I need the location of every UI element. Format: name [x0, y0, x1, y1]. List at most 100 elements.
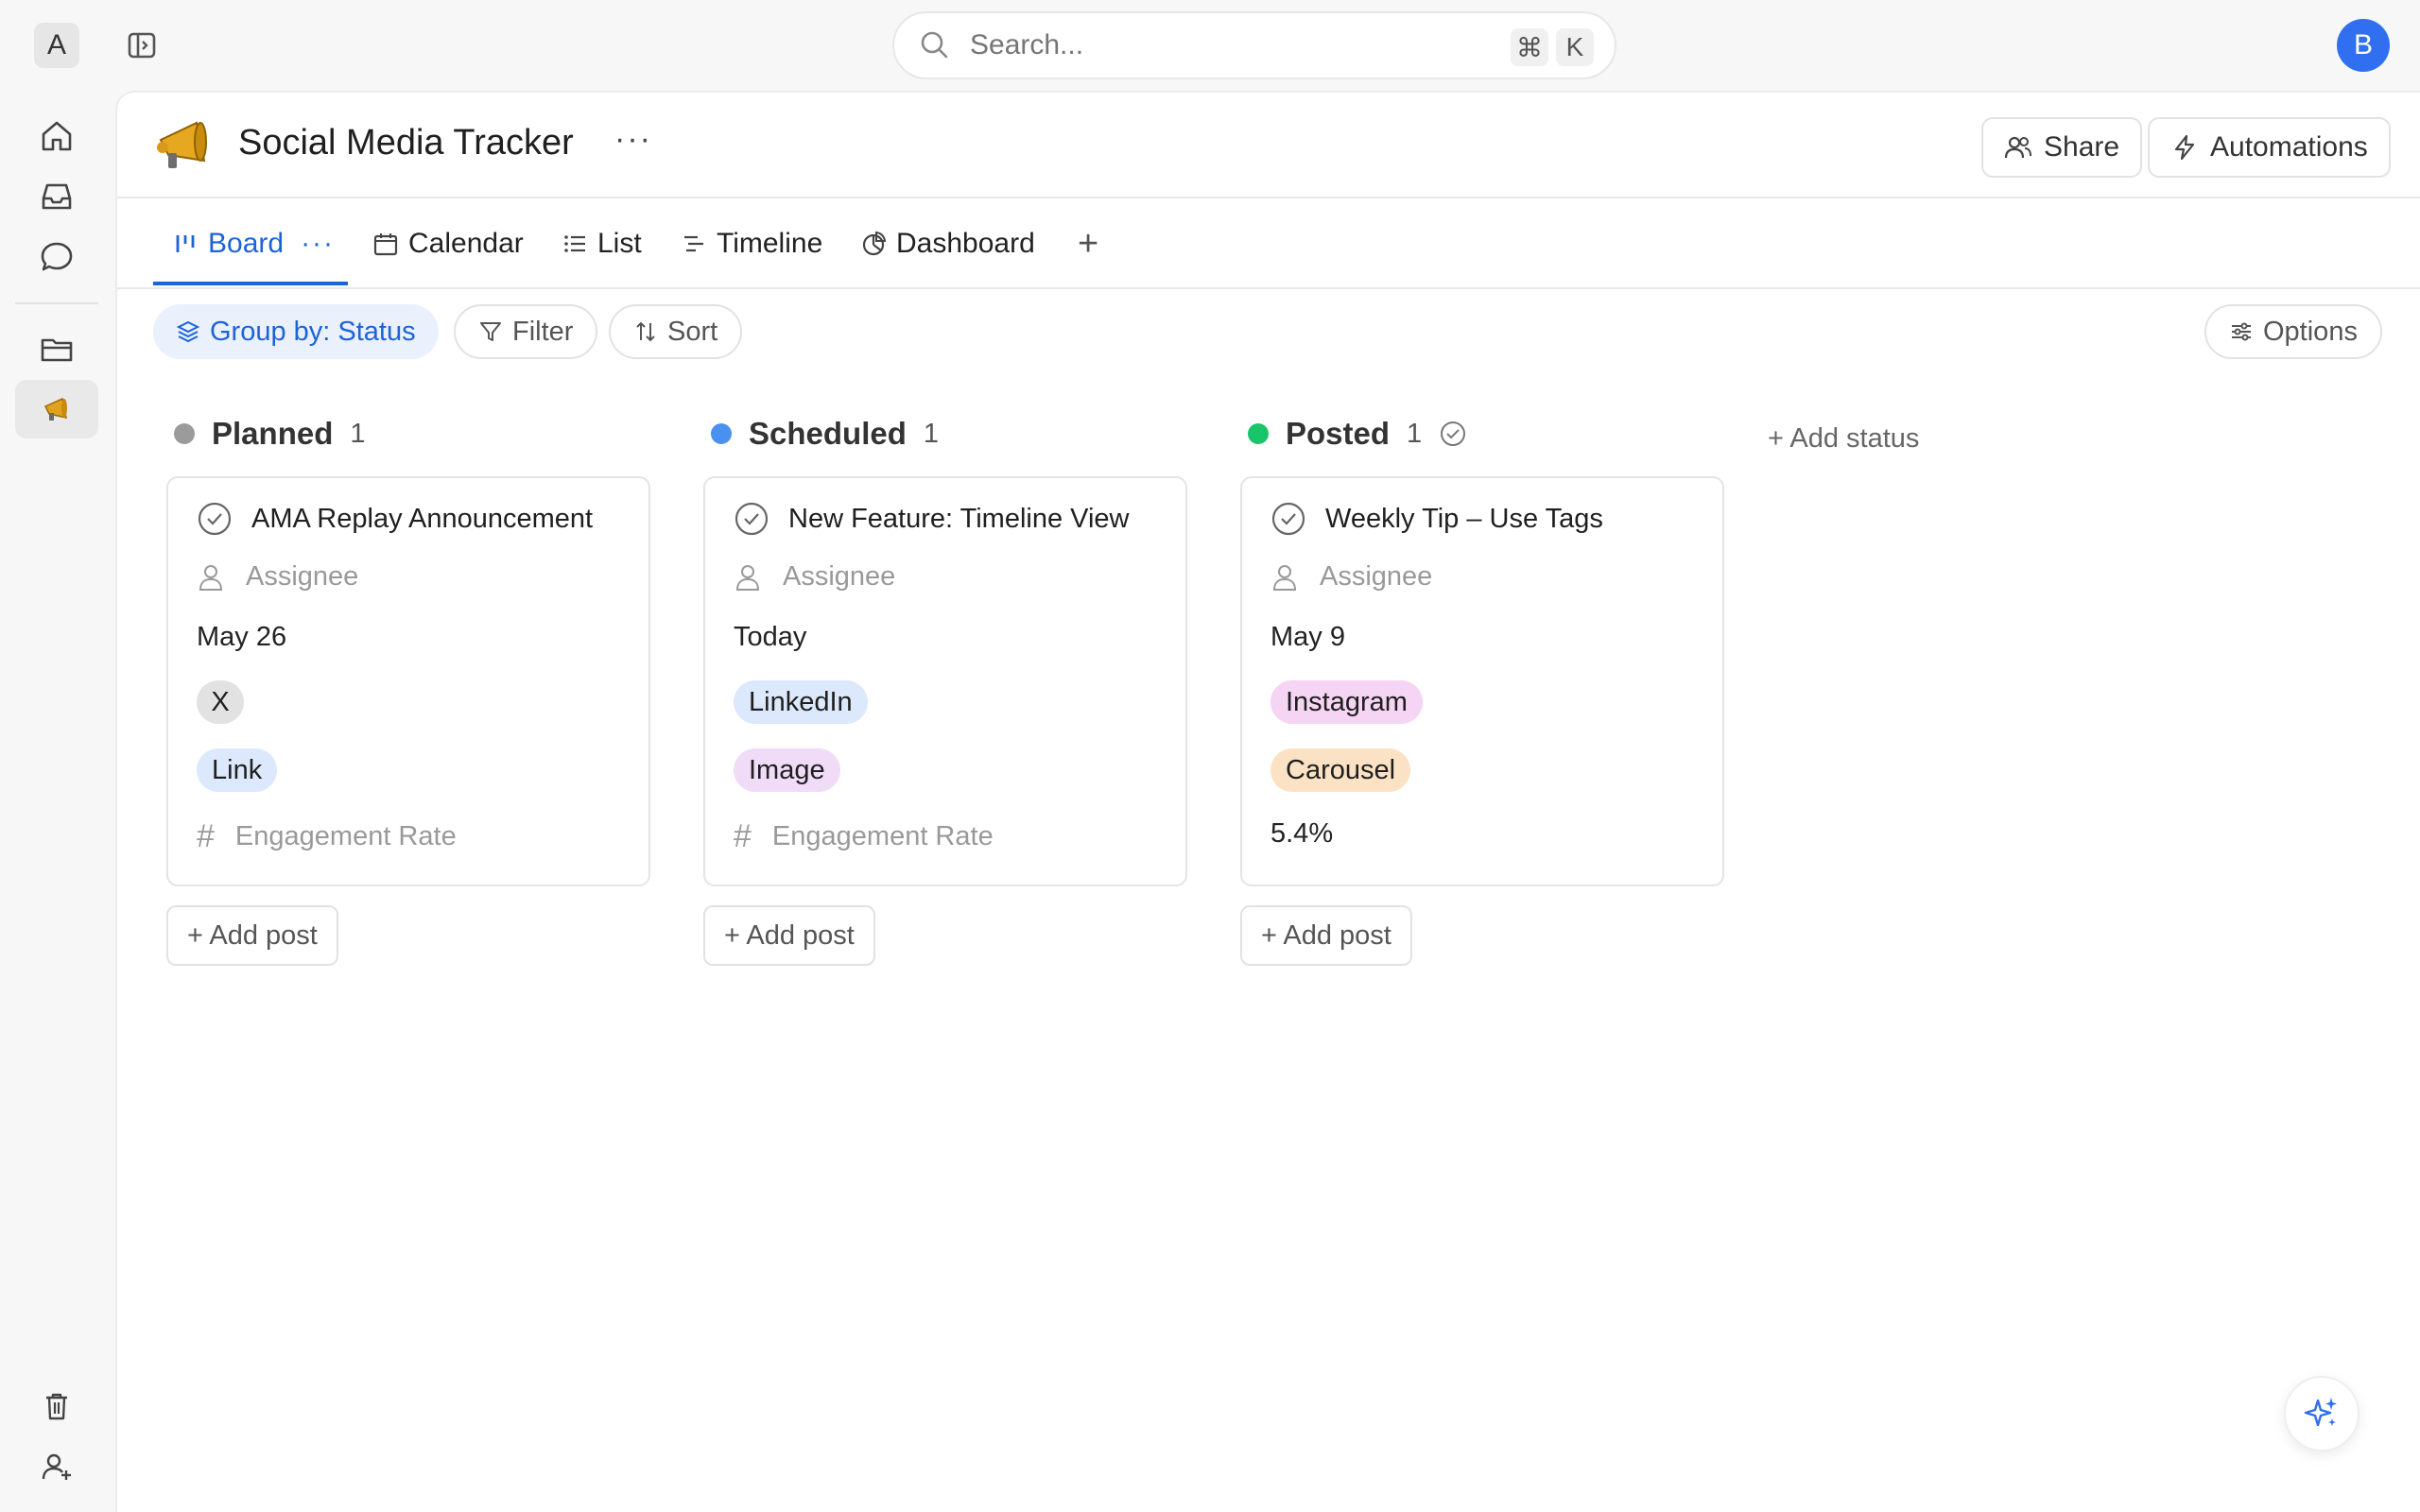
- column-count: 1: [1407, 418, 1423, 449]
- format-tag: Link: [197, 748, 278, 792]
- header-divider: [117, 197, 2420, 198]
- add-post-button[interactable]: + Add post: [703, 905, 875, 966]
- column-name[interactable]: Scheduled: [749, 416, 907, 452]
- column-header-posted: Posted 1: [1248, 410, 1467, 457]
- megaphone-icon: [36, 389, 78, 431]
- platform-field[interactable]: Instagram: [1270, 680, 1423, 724]
- main-panel: Social Media Tracker ··· Share Automatio…: [115, 91, 2420, 1512]
- trash-icon[interactable]: [36, 1385, 78, 1427]
- home-icon[interactable]: [36, 115, 78, 157]
- sparkle-icon: [2304, 1398, 2337, 1427]
- add-post-button[interactable]: + Add post: [166, 905, 338, 966]
- options-label: Options: [2263, 316, 2358, 347]
- filter-icon: [480, 322, 501, 341]
- board-icon: [176, 235, 195, 252]
- engagement-value: 5.4%: [1270, 818, 1334, 849]
- format-field[interactable]: Link: [197, 748, 278, 792]
- assignee-field[interactable]: Assignee: [1270, 561, 1432, 593]
- automations-button[interactable]: Automations: [2148, 117, 2391, 178]
- post-date[interactable]: Today: [734, 622, 806, 653]
- platform-field[interactable]: X: [197, 680, 244, 724]
- share-label: Share: [2044, 131, 2120, 163]
- engagement-field[interactable]: 5.4%: [1270, 818, 1333, 850]
- pie-chart-icon: [862, 231, 887, 256]
- format-field[interactable]: Image: [734, 748, 840, 792]
- search-bar[interactable]: ⌘ K: [892, 11, 1616, 79]
- tab-list[interactable]: List: [562, 225, 642, 263]
- add-status-button[interactable]: + Add status: [1768, 423, 1919, 455]
- add-view-icon[interactable]: +: [1078, 224, 1098, 264]
- tab-board-label: Board: [208, 228, 285, 259]
- sort-button[interactable]: Sort: [609, 304, 743, 359]
- workspace-switcher[interactable]: A: [34, 23, 79, 68]
- tab-dashboard-label: Dashboard: [896, 228, 1035, 259]
- assignee-label: Assignee: [1320, 561, 1433, 592]
- format-field[interactable]: Carousel: [1270, 748, 1411, 792]
- tab-board-more-icon[interactable]: ···: [301, 228, 335, 260]
- platform-tag: LinkedIn: [734, 680, 868, 724]
- check-circle-icon[interactable]: [197, 501, 233, 537]
- status-dot: [1248, 423, 1269, 444]
- check-circle-icon[interactable]: [1270, 501, 1306, 537]
- page-title[interactable]: Social Media Tracker: [238, 123, 574, 163]
- tab-dashboard[interactable]: Dashboard: [860, 225, 1035, 263]
- group-by-label: Group by: Status: [210, 316, 416, 347]
- sort-label: Sort: [667, 316, 718, 347]
- search-input[interactable]: [970, 29, 1461, 61]
- post-title[interactable]: Weekly Tip – Use Tags: [1325, 504, 1603, 535]
- post-date[interactable]: May 26: [197, 622, 286, 653]
- sliders-icon: [2232, 322, 2251, 341]
- filter-label: Filter: [512, 316, 574, 347]
- hash-icon: #: [197, 818, 215, 854]
- tab-timeline-label: Timeline: [717, 228, 823, 259]
- check-circle-icon[interactable]: [734, 501, 769, 537]
- more-options-icon[interactable]: ···: [614, 121, 652, 158]
- hash-icon: #: [734, 818, 752, 854]
- add-post-button[interactable]: + Add post: [1240, 905, 1412, 966]
- shortcut-mod-key: ⌘: [1511, 28, 1548, 66]
- folder-icon[interactable]: [36, 329, 78, 370]
- platform-field[interactable]: LinkedIn: [734, 680, 868, 724]
- post-card[interactable]: Weekly Tip – Use Tags Assignee May 9 Ins…: [1240, 476, 1724, 886]
- tab-board[interactable]: Board ···: [172, 225, 335, 263]
- chat-icon[interactable]: [36, 236, 78, 278]
- person-icon: [735, 564, 760, 591]
- share-button[interactable]: Share: [1981, 117, 2143, 178]
- post-date[interactable]: May 9: [1270, 622, 1345, 653]
- assignee-label: Assignee: [783, 561, 896, 592]
- column-name[interactable]: Posted: [1286, 416, 1390, 452]
- tab-timeline[interactable]: Timeline: [681, 225, 822, 263]
- platform-tag: X: [197, 680, 244, 724]
- options-button[interactable]: Options: [2204, 304, 2382, 359]
- engagement-value: Engagement Rate: [771, 821, 994, 851]
- page-emoji-megaphone-icon[interactable]: [153, 113, 219, 180]
- user-avatar[interactable]: B: [2337, 19, 2390, 72]
- column-name[interactable]: Planned: [212, 416, 333, 452]
- assignee-field[interactable]: Assignee: [197, 561, 358, 593]
- inbox-icon[interactable]: [36, 176, 78, 217]
- assignee-field[interactable]: Assignee: [734, 561, 895, 593]
- tabs-divider: [117, 287, 2420, 289]
- group-by-button[interactable]: Group by: Status: [153, 304, 439, 359]
- person-icon: [199, 564, 223, 591]
- sidebar-toggle-icon[interactable]: [127, 30, 157, 60]
- users-icon: [2004, 136, 2031, 159]
- automations-label: Automations: [2210, 131, 2368, 163]
- post-card[interactable]: AMA Replay Announcement Assignee May 26 …: [166, 476, 650, 886]
- filter-button[interactable]: Filter: [454, 304, 598, 359]
- tab-calendar[interactable]: Calendar: [372, 225, 524, 263]
- sidebar-divider: [15, 302, 98, 304]
- post-title[interactable]: New Feature: Timeline View: [788, 504, 1130, 535]
- ai-assistant-button[interactable]: [2284, 1376, 2360, 1452]
- post-card[interactable]: New Feature: Timeline View Assignee Toda…: [703, 476, 1187, 886]
- column-header-scheduled: Scheduled 1: [711, 410, 939, 457]
- post-title[interactable]: AMA Replay Announcement: [251, 504, 593, 535]
- active-tab-indicator: [153, 282, 348, 285]
- engagement-field[interactable]: # Engagement Rate: [734, 818, 994, 855]
- status-dot: [174, 423, 195, 444]
- check-circle-icon: [1441, 421, 1466, 446]
- engagement-field[interactable]: # Engagement Rate: [197, 818, 457, 855]
- format-tag: Image: [734, 748, 840, 792]
- sort-icon: [636, 321, 655, 342]
- invite-member-icon[interactable]: [36, 1446, 78, 1487]
